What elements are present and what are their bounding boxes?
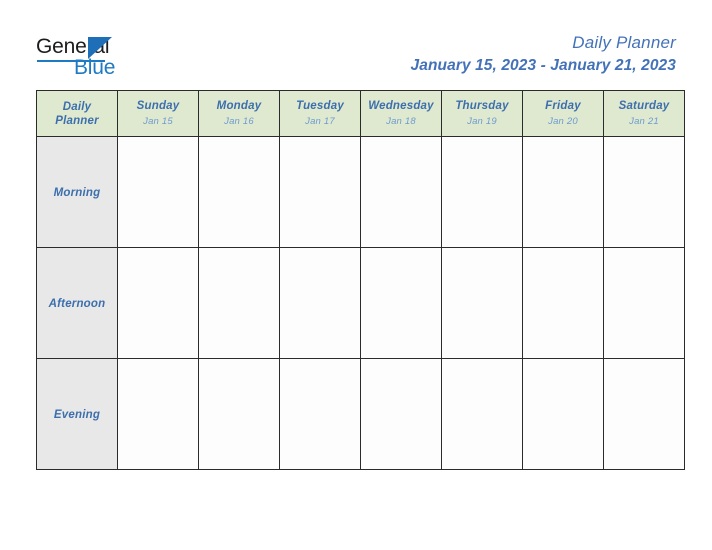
table-header-row: Daily Planner Sunday Jan 15 Monday Jan 1… — [36, 90, 685, 137]
day-name: Saturday — [618, 99, 670, 112]
day-header-tuesday: Tuesday Jan 17 — [279, 90, 361, 137]
logo-text-blue: Blue — [74, 56, 116, 79]
day-header-sunday: Sunday Jan 15 — [117, 90, 199, 137]
slot-label-morning: Morning — [36, 136, 118, 248]
slot-cell-afternoon-sunday[interactable] — [117, 247, 199, 359]
table-row-afternoon: Afternoon — [36, 247, 685, 359]
day-date: Jan 16 — [224, 115, 254, 127]
day-name: Monday — [216, 99, 262, 112]
slot-cell-morning-friday[interactable] — [522, 136, 604, 248]
day-date: Jan 15 — [143, 115, 173, 127]
slot-cell-morning-tuesday[interactable] — [279, 136, 361, 248]
table-row-evening: Evening — [36, 358, 685, 470]
slot-cell-evening-friday[interactable] — [522, 358, 604, 470]
day-header-saturday: Saturday Jan 21 — [603, 90, 685, 137]
slot-cell-evening-wednesday[interactable] — [360, 358, 442, 470]
day-name: Wednesday — [368, 99, 434, 112]
day-date: Jan 17 — [305, 115, 335, 127]
planner-grid: Daily Planner Sunday Jan 15 Monday Jan 1… — [36, 90, 685, 470]
slot-cell-afternoon-monday[interactable] — [198, 247, 280, 359]
slot-label-text: Afternoon — [48, 298, 106, 310]
slot-cell-evening-tuesday[interactable] — [279, 358, 361, 470]
slot-cell-evening-sunday[interactable] — [117, 358, 199, 470]
day-date: Jan 21 — [629, 115, 659, 127]
slot-cell-afternoon-tuesday[interactable] — [279, 247, 361, 359]
day-name: Friday — [545, 99, 581, 112]
day-header-monday: Monday Jan 16 — [198, 90, 280, 137]
slot-cell-afternoon-wednesday[interactable] — [360, 247, 442, 359]
slot-cell-morning-thursday[interactable] — [441, 136, 523, 248]
day-date: Jan 19 — [467, 115, 497, 127]
slot-label-afternoon: Afternoon — [36, 247, 118, 359]
slot-cell-afternoon-saturday[interactable] — [603, 247, 685, 359]
slot-label-text: Evening — [53, 409, 101, 421]
table-row-morning: Morning — [36, 136, 685, 248]
slot-cell-afternoon-thursday[interactable] — [441, 247, 523, 359]
slot-cell-afternoon-friday[interactable] — [522, 247, 604, 359]
day-name: Thursday — [455, 99, 509, 112]
day-name: Sunday — [136, 99, 180, 112]
day-header-wednesday: Wednesday Jan 18 — [360, 90, 442, 137]
day-header-thursday: Thursday Jan 19 — [441, 90, 523, 137]
general-blue-logo: General Blue — [36, 36, 236, 82]
slot-label-text: Morning — [53, 187, 101, 199]
slot-cell-evening-monday[interactable] — [198, 358, 280, 470]
slot-cell-morning-monday[interactable] — [198, 136, 280, 248]
slot-label-evening: Evening — [36, 358, 118, 470]
corner-label-line1: Daily — [62, 100, 92, 113]
slot-cell-morning-sunday[interactable] — [117, 136, 199, 248]
day-date: Jan 20 — [548, 115, 578, 127]
day-name: Tuesday — [296, 99, 344, 112]
slot-cell-morning-saturday[interactable] — [603, 136, 685, 248]
date-range: January 15, 2023 - January 21, 2023 — [410, 57, 676, 74]
day-header-friday: Friday Jan 20 — [522, 90, 604, 137]
page-header: General Blue Daily Planner January 15, 2… — [0, 0, 712, 90]
day-date: Jan 18 — [386, 115, 416, 127]
page-title: Daily Planner — [572, 33, 676, 52]
title-block: Daily Planner January 15, 2023 - January… — [411, 32, 676, 77]
corner-label-line2: Planner — [55, 114, 99, 127]
corner-header-cell: Daily Planner — [36, 90, 118, 137]
slot-cell-morning-wednesday[interactable] — [360, 136, 442, 248]
slot-cell-evening-thursday[interactable] — [441, 358, 523, 470]
slot-cell-evening-saturday[interactable] — [603, 358, 685, 470]
